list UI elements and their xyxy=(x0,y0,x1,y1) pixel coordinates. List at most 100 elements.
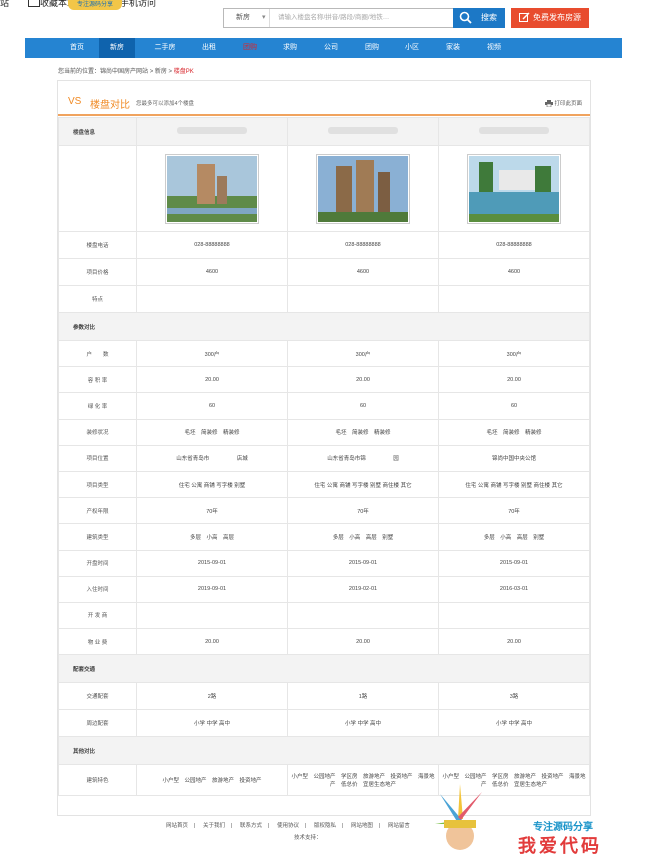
section-row: 配套交通 xyxy=(58,654,590,684)
row-value: 2路 xyxy=(136,682,288,711)
row-value xyxy=(136,285,288,313)
building-photo-image xyxy=(318,155,408,222)
compare-row: 周边配套 小学 中学 高中 小学 中学 高中 小学 中学 高中 xyxy=(58,709,590,738)
row-label: 项目位置 xyxy=(58,444,137,472)
search-category-value: 新房 xyxy=(236,14,250,21)
search-input[interactable]: 请输入楼盘名称/拼音/路段/商圈/地铁… xyxy=(274,9,453,27)
building-name-slot xyxy=(287,117,439,146)
row-label: 开盘时间 xyxy=(58,549,137,577)
building-photo[interactable] xyxy=(316,153,410,224)
row-value xyxy=(438,601,590,630)
tech-support: 技术支持： xyxy=(294,835,322,841)
compare-row: 项目类型 住宅 公寓 商铺 写字楼 别墅 住宅 公寓 商铺 写字楼 别墅 商住楼 其… xyxy=(58,470,590,499)
footer-link[interactable]: 使用协议 xyxy=(277,823,299,829)
nav-home[interactable]: 首页 xyxy=(59,38,95,58)
compare-row: 开盘时间 2015-09-01 2015-09-01 2015-09-01 xyxy=(58,549,590,577)
nav-new-homes[interactable]: 新房 xyxy=(99,38,135,58)
compare-row: 交通配套 2路 1路 3路 xyxy=(58,682,590,711)
footer-links: 网站首页 | 关于我们 | 联系方式 | 使用协议 | 版权隐私 | 网站地图 | 网站留言 xyxy=(166,823,410,829)
section-info: 楼盘信息 xyxy=(58,117,137,146)
watermark-burst-icon xyxy=(435,784,482,850)
row-value: 60 xyxy=(438,392,590,420)
row-value: 小户型 公园地产 学区房 旅游地产 投资地产 海景地产 低总价 宜居生态地产 xyxy=(287,764,439,797)
breadcrumb-site[interactable]: 锦尚中国房产网站 xyxy=(100,69,148,75)
footer-link[interactable]: 关于我们 xyxy=(203,823,225,829)
search-button-label: 搜索 xyxy=(481,13,497,22)
nav-community[interactable]: 小区 xyxy=(394,38,430,58)
nav-second-hand[interactable]: 二手房 xyxy=(147,38,183,58)
row-value: 3路 xyxy=(438,682,590,711)
row-value: 住宅 公寓 商铺 写字楼 别墅 商住楼 其它 xyxy=(438,470,590,499)
row-value: 2019-09-01 xyxy=(136,575,288,603)
breadcrumb-sep: > xyxy=(148,69,155,75)
compare-row: 建筑特色 小户型 公园地产 旅游地产 投资地产 小户型 公园地产 学区房 旅游地产 … xyxy=(58,764,590,797)
building-photo[interactable] xyxy=(467,153,561,224)
row-value xyxy=(136,601,288,630)
row-value: 毛坯 简装修 精装修 xyxy=(136,418,288,446)
footer-link[interactable]: 网站留言 xyxy=(388,823,410,829)
row-value: 1路 xyxy=(287,682,439,711)
row-value: 多层 小高 高层 xyxy=(136,523,288,551)
footer-link[interactable]: 网站地图 xyxy=(351,823,373,829)
row-value xyxy=(287,285,439,313)
row-value: 住宅 公寓 商铺 写字楼 别墅 xyxy=(136,470,288,499)
building-photo-image xyxy=(167,155,257,222)
row-value: 多层 小高 高层 别墅 xyxy=(438,523,590,551)
nav-group-buy[interactable]: 团购 xyxy=(354,38,390,58)
page-title: 楼盘对比 xyxy=(90,100,130,111)
page-subtitle: 您最多可以添加4个楼盘 xyxy=(136,101,195,107)
row-label: 绿 化 率 xyxy=(58,392,137,420)
row-value: 2015-09-01 xyxy=(136,549,288,577)
nav-wanted[interactable]: 求购 xyxy=(272,38,308,58)
building-photo-image xyxy=(469,155,559,222)
breadcrumb-prefix: 您当前的位置： xyxy=(58,69,101,75)
post-listing-button[interactable]: 免费发布房源 xyxy=(511,8,589,28)
row-value: 028-88888888 xyxy=(287,231,439,259)
search-category-select[interactable]: 新房 ▾ xyxy=(224,9,270,27)
compare-row: 特点 xyxy=(58,285,590,313)
search-box: 新房 ▾ 请输入楼盘名称/拼音/路段/商圈/地铁… xyxy=(223,8,455,28)
row-value xyxy=(438,285,590,313)
compare-row: 入住时间 2019-09-01 2019-02-01 2016-03-01 xyxy=(58,575,590,603)
row-value: 60 xyxy=(287,392,439,420)
row-value: 山东省青岛市 店城 xyxy=(136,444,288,472)
mobile-link[interactable]: 手机访问 xyxy=(120,0,156,9)
footer-link[interactable]: 联系方式 xyxy=(240,823,262,829)
nav-group-buy-hot[interactable]: 团购 xyxy=(232,38,268,58)
row-value: 住宅 公寓 商铺 写字楼 别墅 商住楼 其它 xyxy=(287,470,439,499)
section-row: 其他对比 xyxy=(58,736,590,766)
search-icon xyxy=(459,11,472,24)
print-label: 打印此页面 xyxy=(554,101,583,107)
edit-icon xyxy=(519,12,530,22)
row-value: 2019-02-01 xyxy=(287,575,439,603)
row-value: 20.00 xyxy=(136,366,288,394)
nav-video[interactable]: 视频 xyxy=(476,38,512,58)
printer-icon xyxy=(545,100,553,108)
nav-company[interactable]: 公司 xyxy=(313,38,349,58)
row-value: 20.00 xyxy=(136,628,288,656)
watermark-line2: 我爱代码 xyxy=(518,836,602,856)
breadcrumb-section[interactable]: 新房 xyxy=(155,69,167,75)
row-value: 锦尚中国中央公馆 xyxy=(438,444,590,472)
favorite-checkbox-icon[interactable] xyxy=(28,0,40,7)
watermark-line1: 专注源码分享 xyxy=(533,822,593,833)
nav-rent[interactable]: 出租 xyxy=(191,38,227,58)
compare-row: 绿 化 率 60 60 60 xyxy=(58,392,590,420)
search-button[interactable]: 搜索 xyxy=(453,8,505,28)
photo-row xyxy=(58,145,590,232)
row-value: 多层 小高 高层 别墅 xyxy=(287,523,439,551)
building-photo[interactable] xyxy=(165,153,259,224)
print-button[interactable]: 打印此页面 xyxy=(545,99,583,108)
vs-label: VS xyxy=(68,96,82,107)
row-value: 毛坯 简装修 精装修 xyxy=(438,418,590,446)
footer-link[interactable]: 版权隐私 xyxy=(314,823,336,829)
row-value: 2015-09-01 xyxy=(438,549,590,577)
nav-decoration[interactable]: 家装 xyxy=(435,38,471,58)
breadcrumb-current: 楼盘PK xyxy=(173,69,194,75)
compare-row: 建筑类型 多层 小高 高层 多层 小高 高层 别墅 多层 小高 高层 别墅 xyxy=(58,523,590,551)
row-value: 小学 中学 高中 xyxy=(136,709,288,738)
row-value: 4600 xyxy=(287,258,439,286)
row-value: 小学 中学 高中 xyxy=(438,709,590,738)
footer-link[interactable]: 网站首页 xyxy=(166,823,188,829)
site-logo[interactable]: 专注源码分享 xyxy=(68,0,122,10)
